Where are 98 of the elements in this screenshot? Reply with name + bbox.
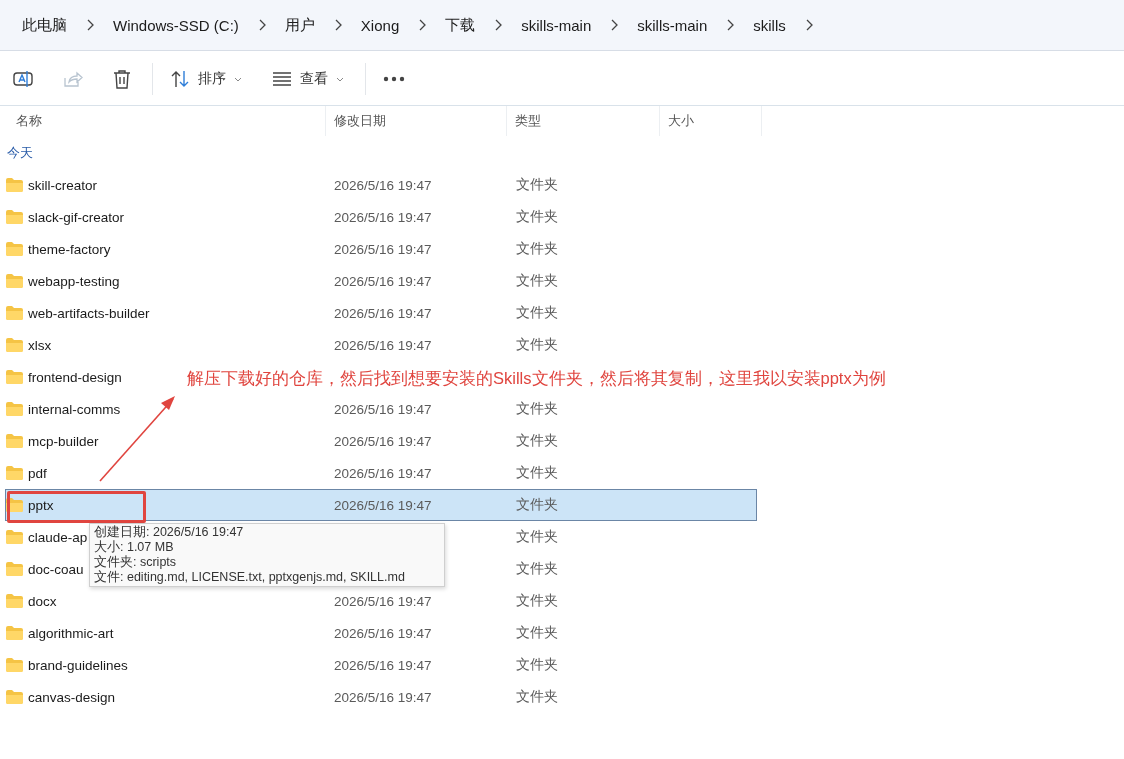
file-name: brand-guidelines <box>28 657 128 673</box>
annotation-text: 解压下载好的仓库，然后找到想要安装的Skills文件夹，然后将其复制，这里我以安装pptx为例 <box>187 368 887 389</box>
folder-icon <box>6 242 23 256</box>
modified-date: 2026/5/16 19:47 <box>333 401 432 417</box>
file-name: pptx <box>28 497 54 513</box>
column-header[interactable]: 修改日期 <box>326 106 507 136</box>
tooltip-line: 创建日期: 2026/5/16 19:47 <box>94 525 245 540</box>
file-name: canvas-design <box>28 689 116 705</box>
chevron-right-icon <box>725 19 736 31</box>
file-type: 文件夹 <box>515 337 558 352</box>
folder-icon <box>6 306 23 320</box>
tooltip-line: 大小: 1.07 MB <box>94 540 175 555</box>
folder-icon <box>6 210 23 224</box>
modified-date: 2026/5/16 19:47 <box>333 273 432 289</box>
folder-icon <box>6 274 23 288</box>
list-icon <box>272 72 292 86</box>
sort-button[interactable]: 排序 <box>161 64 251 94</box>
view-button[interactable]: 查看 <box>263 64 353 94</box>
column-header[interactable]: 大小 <box>660 106 762 136</box>
folder-icon <box>6 530 23 544</box>
chevron-right-icon <box>417 19 428 31</box>
file-type: 文件夹 <box>515 625 558 640</box>
file-type: 文件夹 <box>515 273 558 288</box>
file-name: claude-ap <box>28 529 88 545</box>
file-type: 文件夹 <box>515 209 558 224</box>
file-name: docx <box>28 593 57 609</box>
chevron-right-icon <box>85 19 95 31</box>
folder-icon <box>6 178 23 192</box>
more-icon <box>383 76 405 82</box>
tooltip-line: 文件夹: scripts <box>94 555 178 570</box>
breadcrumb-item[interactable]: skills-main <box>637 16 708 34</box>
file-name: xlsx <box>28 337 52 353</box>
file-type: 文件夹 <box>515 593 558 608</box>
trash-icon <box>113 69 131 89</box>
chevron-right-icon <box>609 19 620 31</box>
file-name: doc-coau <box>28 561 84 577</box>
folder-icon <box>6 562 23 576</box>
breadcrumb-item[interactable]: Xiong <box>360 16 400 34</box>
file-name: slack-gif-creator <box>28 209 125 225</box>
file-name: frontend-design <box>28 369 122 385</box>
folder-icon <box>6 370 23 384</box>
file-type: 文件夹 <box>515 465 558 480</box>
modified-date: 2026/5/16 19:47 <box>333 305 432 321</box>
breadcrumb-item[interactable]: skills-main <box>521 16 592 34</box>
group-label[interactable]: 今天 <box>7 143 33 162</box>
folder-icon <box>6 626 23 640</box>
folder-icon <box>6 402 23 416</box>
rename-icon <box>13 70 33 88</box>
file-type: 文件夹 <box>515 657 558 672</box>
file-name: theme-factory <box>28 241 111 257</box>
file-type: 文件夹 <box>515 241 558 256</box>
breadcrumb-item[interactable]: 下载 <box>445 15 476 35</box>
file-name: mcp-builder <box>28 433 99 449</box>
breadcrumb-item[interactable]: 用户 <box>284 15 315 35</box>
file-name: algorithmic-art <box>28 625 114 641</box>
file-type: 文件夹 <box>515 529 558 544</box>
modified-date: 2026/5/16 19:47 <box>333 689 432 705</box>
modified-date: 2026/5/16 19:47 <box>333 497 432 513</box>
file-name: internal-comms <box>28 401 121 417</box>
file-name: skill-creator <box>28 177 97 193</box>
breadcrumb-item[interactable]: Windows-SSD (C:) <box>113 16 239 34</box>
folder-icon <box>6 658 23 672</box>
modified-date: 2026/5/16 19:47 <box>333 337 432 353</box>
folder-icon <box>6 690 23 704</box>
file-type: 文件夹 <box>515 305 558 320</box>
selected-file-row[interactable]: pptx 2026/5/16 19:47 文件夹 <box>5 489 757 521</box>
file-name: pdf <box>28 465 47 481</box>
file-type: 文件夹 <box>515 561 558 576</box>
file-type: 文件夹 <box>515 433 558 448</box>
share-icon <box>63 70 83 88</box>
file-name: webapp-testing <box>28 273 120 289</box>
file-name: web-artifacts-builder <box>28 305 150 321</box>
folder-icon <box>6 338 23 352</box>
sort-icon <box>170 70 190 88</box>
column-header[interactable]: 类型 <box>507 106 660 136</box>
modified-date: 2026/5/16 19:47 <box>333 593 432 609</box>
modified-date: 2026/5/16 19:47 <box>333 465 432 481</box>
modified-date: 2026/5/16 19:47 <box>333 657 432 673</box>
folder-icon <box>6 434 23 448</box>
modified-date: 2026/5/16 19:47 <box>333 209 432 225</box>
file-type: 文件夹 <box>515 177 558 192</box>
modified-date: 2026/5/16 19:47 <box>333 433 432 449</box>
file-type: 文件夹 <box>515 689 558 704</box>
file-type: 文件夹 <box>515 401 558 416</box>
folder-icon <box>6 466 23 480</box>
chevron-right-icon <box>493 19 504 31</box>
address-bar[interactable]: 此电脑 Windows-SSD (C:) 用户 Xiong 下载 skills-main skills-main skills <box>0 0 1124 51</box>
breadcrumb-item[interactable]: skills <box>753 16 786 34</box>
modified-date: 2026/5/16 19:47 <box>333 241 432 257</box>
modified-date: 2026/5/16 19:47 <box>333 625 432 641</box>
caret-icon <box>234 76 242 82</box>
breadcrumb-item[interactable]: 此电脑 <box>22 15 67 35</box>
caret-icon <box>336 76 344 82</box>
tooltip-line: 文件: editing.md, LICENSE.txt, pptxgenjs.md, SKILL.md <box>94 570 406 585</box>
modified-date: 2026/5/16 19:47 <box>333 177 432 193</box>
column-header[interactable]: 名称 <box>0 106 326 136</box>
file-type: 文件夹 <box>515 497 558 512</box>
folder-icon <box>6 594 23 608</box>
